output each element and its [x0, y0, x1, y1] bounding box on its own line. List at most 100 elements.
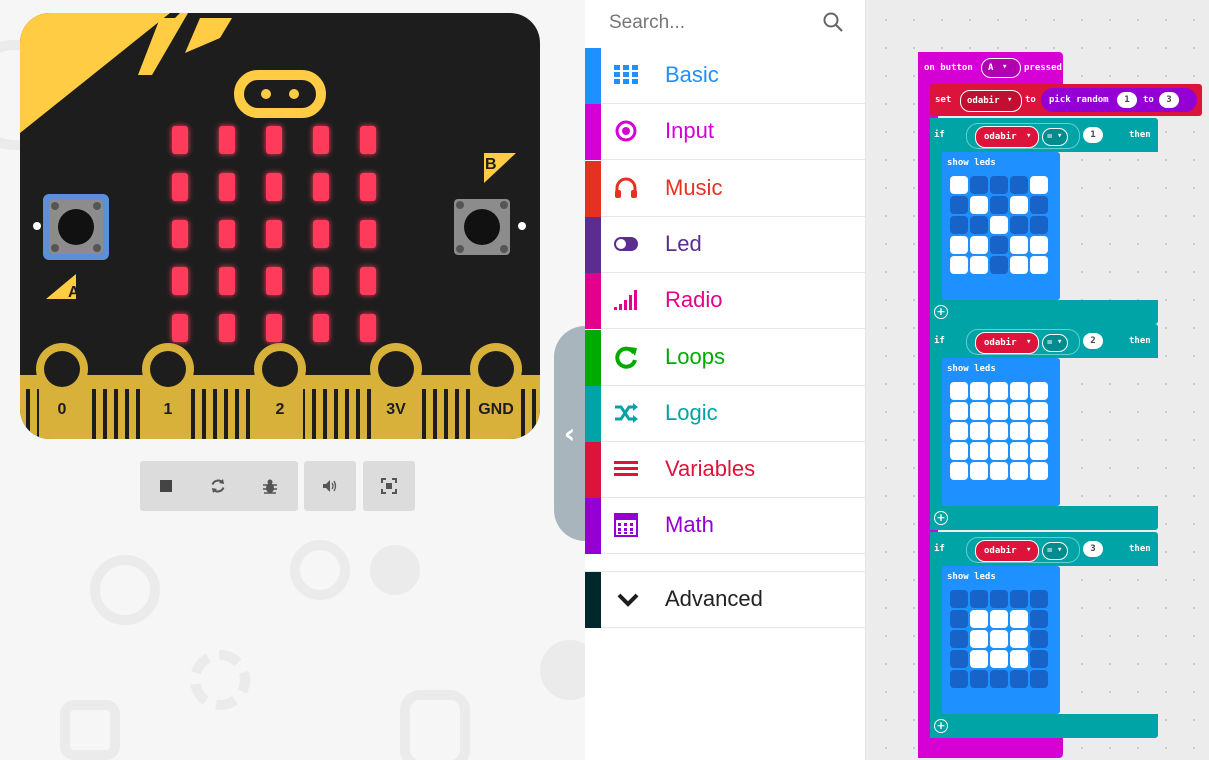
led-cell[interactable]: [950, 422, 968, 440]
add-else-icon[interactable]: +: [934, 511, 948, 525]
led-cell[interactable]: [1010, 442, 1028, 460]
led-cell[interactable]: [970, 610, 988, 628]
if-block[interactable]: if odabir ▾ = ▾ 3 then show leds +: [930, 532, 1158, 738]
operator-dropdown[interactable]: = ▾: [1042, 542, 1068, 560]
random-from-input[interactable]: 1: [1117, 92, 1137, 108]
led-cell[interactable]: [1010, 422, 1028, 440]
mute-button[interactable]: [304, 461, 356, 511]
restart-button[interactable]: [192, 461, 244, 511]
show-leds-block[interactable]: show leds: [942, 566, 1060, 714]
pick-random-block[interactable]: pick random 1 to 3: [1041, 88, 1197, 112]
debug-button[interactable]: [244, 461, 296, 511]
led-cell[interactable]: [1030, 382, 1048, 400]
pin-1[interactable]: 1: [142, 343, 194, 439]
led-cell[interactable]: [990, 670, 1008, 688]
add-else-icon[interactable]: +: [934, 305, 948, 319]
pin-GND[interactable]: GND: [470, 343, 522, 439]
led-cell[interactable]: [990, 650, 1008, 668]
comparison-block[interactable]: odabir ▾ = ▾: [966, 329, 1080, 355]
led-cell[interactable]: [990, 442, 1008, 460]
search-input[interactable]: [607, 8, 811, 38]
led-cell[interactable]: [970, 422, 988, 440]
collapse-simulator-button[interactable]: ‹: [554, 326, 585, 541]
led-cell[interactable]: [1010, 176, 1028, 194]
led-cell[interactable]: [950, 176, 968, 194]
led-cell[interactable]: [1030, 402, 1048, 420]
led-cell[interactable]: [950, 670, 968, 688]
led-cell[interactable]: [1010, 670, 1028, 688]
led-cell[interactable]: [950, 630, 968, 648]
led-cell[interactable]: [950, 236, 968, 254]
if-block[interactable]: if odabir ▾ = ▾ 1 then show leds +: [930, 118, 1158, 324]
led-cell[interactable]: [970, 382, 988, 400]
variable-reporter[interactable]: odabir ▾: [975, 126, 1039, 148]
led-cell[interactable]: [990, 630, 1008, 648]
led-cell[interactable]: [970, 650, 988, 668]
pin-3V[interactable]: 3V: [370, 343, 422, 439]
add-else-icon[interactable]: +: [934, 719, 948, 733]
led-cell[interactable]: [950, 216, 968, 234]
category-led[interactable]: Led: [585, 216, 865, 273]
comparison-value-input[interactable]: 1: [1083, 127, 1103, 143]
led-cell[interactable]: [1030, 422, 1048, 440]
led-cell[interactable]: [970, 402, 988, 420]
led-cell[interactable]: [1030, 196, 1048, 214]
led-cell[interactable]: [1030, 256, 1048, 274]
led-cell[interactable]: [1030, 610, 1048, 628]
comparison-block[interactable]: odabir ▾ = ▾: [966, 123, 1080, 149]
show-leds-block[interactable]: show leds: [942, 152, 1060, 300]
search-icon[interactable]: [821, 10, 845, 34]
led-cell[interactable]: [950, 196, 968, 214]
led-cell[interactable]: [970, 590, 988, 608]
show-leds-block[interactable]: show leds: [942, 358, 1060, 506]
led-cell[interactable]: [1010, 630, 1028, 648]
led-cell[interactable]: [1030, 590, 1048, 608]
blocks-workspace[interactable]: on button A ▾ pressed set odabir ▾ to pi…: [866, 0, 1209, 760]
led-cell[interactable]: [1010, 256, 1028, 274]
comparison-block[interactable]: odabir ▾ = ▾: [966, 537, 1080, 563]
fullscreen-button[interactable]: [363, 461, 415, 511]
led-cell[interactable]: [990, 610, 1008, 628]
comparison-value-input[interactable]: 2: [1083, 333, 1103, 349]
led-cell[interactable]: [1010, 650, 1028, 668]
led-cell[interactable]: [1010, 610, 1028, 628]
led-cell[interactable]: [1010, 462, 1028, 480]
led-cell[interactable]: [1030, 442, 1048, 460]
led-cell[interactable]: [970, 196, 988, 214]
category-logic[interactable]: Logic: [585, 385, 865, 442]
category-radio[interactable]: Radio: [585, 273, 865, 330]
led-cell[interactable]: [970, 442, 988, 460]
led-cell[interactable]: [1010, 196, 1028, 214]
led-cell[interactable]: [950, 256, 968, 274]
random-to-input[interactable]: 3: [1159, 92, 1179, 108]
led-cell[interactable]: [950, 650, 968, 668]
led-cell[interactable]: [1030, 462, 1048, 480]
led-cell[interactable]: [950, 402, 968, 420]
led-cell[interactable]: [1030, 236, 1048, 254]
category-basic[interactable]: Basic: [585, 48, 865, 104]
led-cell[interactable]: [990, 216, 1008, 234]
led-cell[interactable]: [1010, 402, 1028, 420]
led-cell[interactable]: [950, 610, 968, 628]
led-cell[interactable]: [970, 670, 988, 688]
led-cell[interactable]: [970, 176, 988, 194]
led-cell[interactable]: [950, 462, 968, 480]
led-cell[interactable]: [990, 462, 1008, 480]
led-cell[interactable]: [990, 256, 1008, 274]
led-cell[interactable]: [950, 442, 968, 460]
led-cell[interactable]: [970, 256, 988, 274]
category-variables[interactable]: Variables: [585, 442, 865, 499]
led-cell[interactable]: [970, 630, 988, 648]
if-block[interactable]: if odabir ▾ = ▾ 2 then show leds +: [930, 324, 1158, 530]
button-b[interactable]: [454, 199, 510, 255]
variable-reporter[interactable]: odabir ▾: [975, 332, 1039, 354]
led-cell[interactable]: [990, 590, 1008, 608]
category-music[interactable]: Music: [585, 160, 865, 217]
led-cell[interactable]: [1030, 176, 1048, 194]
button-a[interactable]: [43, 194, 109, 260]
category-input[interactable]: Input: [585, 104, 865, 161]
led-cell[interactable]: [1030, 216, 1048, 234]
led-cell[interactable]: [970, 236, 988, 254]
operator-dropdown[interactable]: = ▾: [1042, 334, 1068, 352]
led-cell[interactable]: [990, 422, 1008, 440]
